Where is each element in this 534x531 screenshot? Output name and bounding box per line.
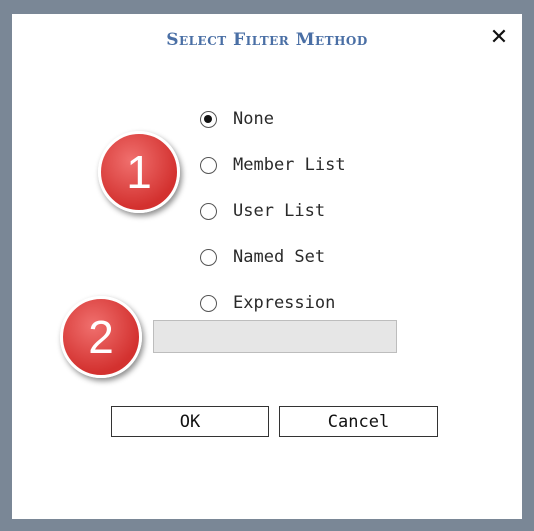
option-expression-label: Expression: [233, 293, 336, 313]
radio-expression[interactable]: [200, 294, 217, 312]
option-named-set[interactable]: Named Set: [200, 234, 346, 280]
ok-button[interactable]: OK: [111, 406, 269, 437]
radio-named-set[interactable]: [200, 248, 217, 266]
close-icon[interactable]: ✕: [488, 27, 510, 49]
radio-none[interactable]: [200, 110, 217, 128]
radio-user-list[interactable]: [200, 202, 217, 220]
radio-member-list[interactable]: [200, 156, 217, 174]
option-member-list-label: Member List: [233, 155, 346, 175]
option-none[interactable]: None: [200, 96, 346, 142]
select-filter-method-dialog: Select Filter Method ✕ None Member List …: [12, 14, 522, 519]
cancel-button[interactable]: Cancel: [279, 406, 438, 437]
option-named-set-label: Named Set: [233, 247, 326, 267]
expression-input[interactable]: [153, 320, 397, 353]
option-member-list[interactable]: Member List: [200, 142, 346, 188]
dialog-title: Select Filter Method: [166, 30, 368, 50]
annotation-badge-1: 1: [98, 131, 180, 213]
annotation-badge-2: 2: [60, 296, 142, 378]
option-user-list[interactable]: User List: [200, 188, 346, 234]
option-none-label: None: [233, 109, 274, 129]
filter-method-radio-group: None Member List User List Named Set Exp…: [200, 96, 346, 326]
option-user-list-label: User List: [233, 201, 326, 221]
